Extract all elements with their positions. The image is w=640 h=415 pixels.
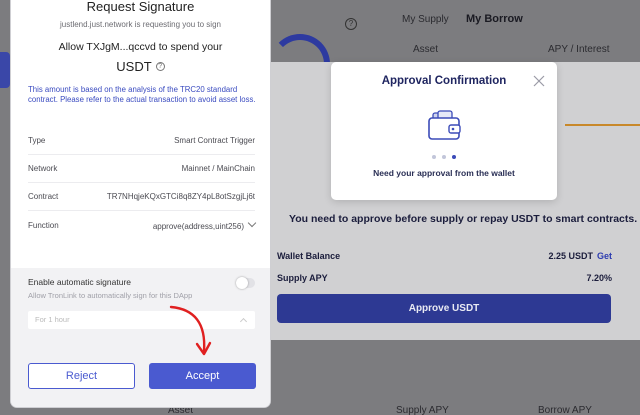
detail-label: Function [28,220,59,230]
accept-button[interactable]: Accept [149,363,256,389]
auto-signature-title: Enable automatic signature [28,277,132,287]
wallet-balance-value: 2.25 USDT [548,251,593,261]
request-origin: justlend.just.network is requesting you … [60,20,221,29]
supply-apy-row: Supply APY 7.20% [277,273,612,283]
bottom-column-supply-apy: Supply APY [396,405,449,415]
sidebar-active-marker [0,52,10,88]
column-asset: Asset [413,44,439,55]
detail-label: Network [28,164,58,173]
approval-dialog-title: Approval Confirmation [381,75,507,87]
detail-label: Type [28,136,46,145]
bottom-column-borrow-apy: Borrow APY [538,405,592,415]
detail-value: Smart Contract Trigger [174,136,255,145]
annotation-arrow-icon [169,305,212,356]
approve-requirement-message: You need to approve before supply or rep… [289,213,638,225]
detail-row-function[interactable]: Function approve(address,uint256) [28,211,257,239]
auto-signature-toggle[interactable] [236,277,255,289]
detail-value: Mainnet / MainChain [181,164,255,173]
progress-dots [331,155,557,159]
wallet-balance-label: Wallet Balance [277,251,341,261]
detail-row-contract: Contract TR7NHqjeKQxGTCi8q8ZY4pL8otSzgjL… [28,183,255,211]
auto-signature-subtitle: Allow TronLink to automatically sign for… [28,291,193,300]
approve-usdt-button[interactable]: Approve USDT [277,294,611,323]
request-signature-title: Request Signature [86,0,195,14]
allowance-text: Allow TXJgM...qccvd to spend your [58,41,223,53]
help-icon[interactable]: ? [345,18,357,30]
token-name: USDT [116,59,152,74]
chevron-down-icon[interactable] [247,218,257,227]
progress-dot-active [452,155,456,159]
approval-confirmation-dialog: Approval Confirmation Need your approval… [331,62,557,200]
wallet-balance-row: Wallet Balance 2.25 USDT Get [277,251,612,261]
approval-wait-message: Need your approval from the wallet [373,168,515,178]
chevron-up-icon [239,317,248,326]
active-tab-underline [565,124,640,126]
help-icon[interactable]: ? [155,62,165,71]
progress-dot [442,155,446,159]
tab-my-supply[interactable]: My Supply [402,14,449,25]
request-signature-panel: Request Signature justlend.just.network … [11,0,270,407]
get-link[interactable]: Get [597,251,612,261]
supply-apy-value: 7.20% [586,273,612,283]
progress-dot [432,155,436,159]
detail-value: TR7NHqjeKQxGTCi8q8ZY4pL8otSzgjLj6t [106,192,255,201]
detail-label: Contract [28,192,59,201]
token-row: USDT ? [11,59,270,74]
reject-button[interactable]: Reject [28,363,135,389]
wallet-icon [428,110,461,140]
tab-my-borrow[interactable]: My Borrow [466,13,523,25]
auto-signature-duration-select[interactable]: For 1 hour [28,311,255,329]
supply-apy-label: Supply APY [277,273,328,283]
toggle-knob [236,277,248,289]
detail-row-network: Network Mainnet / MainChain [28,155,255,183]
amount-note: This amount is based on the analysis of … [28,85,256,104]
detail-value: approve(address,uint256) [152,221,244,231]
duration-placeholder: For 1 hour [35,315,70,324]
close-icon[interactable] [533,75,545,87]
detail-row-type: Type Smart Contract Trigger [28,127,255,155]
column-apy-interest: APY / Interest [548,44,610,55]
